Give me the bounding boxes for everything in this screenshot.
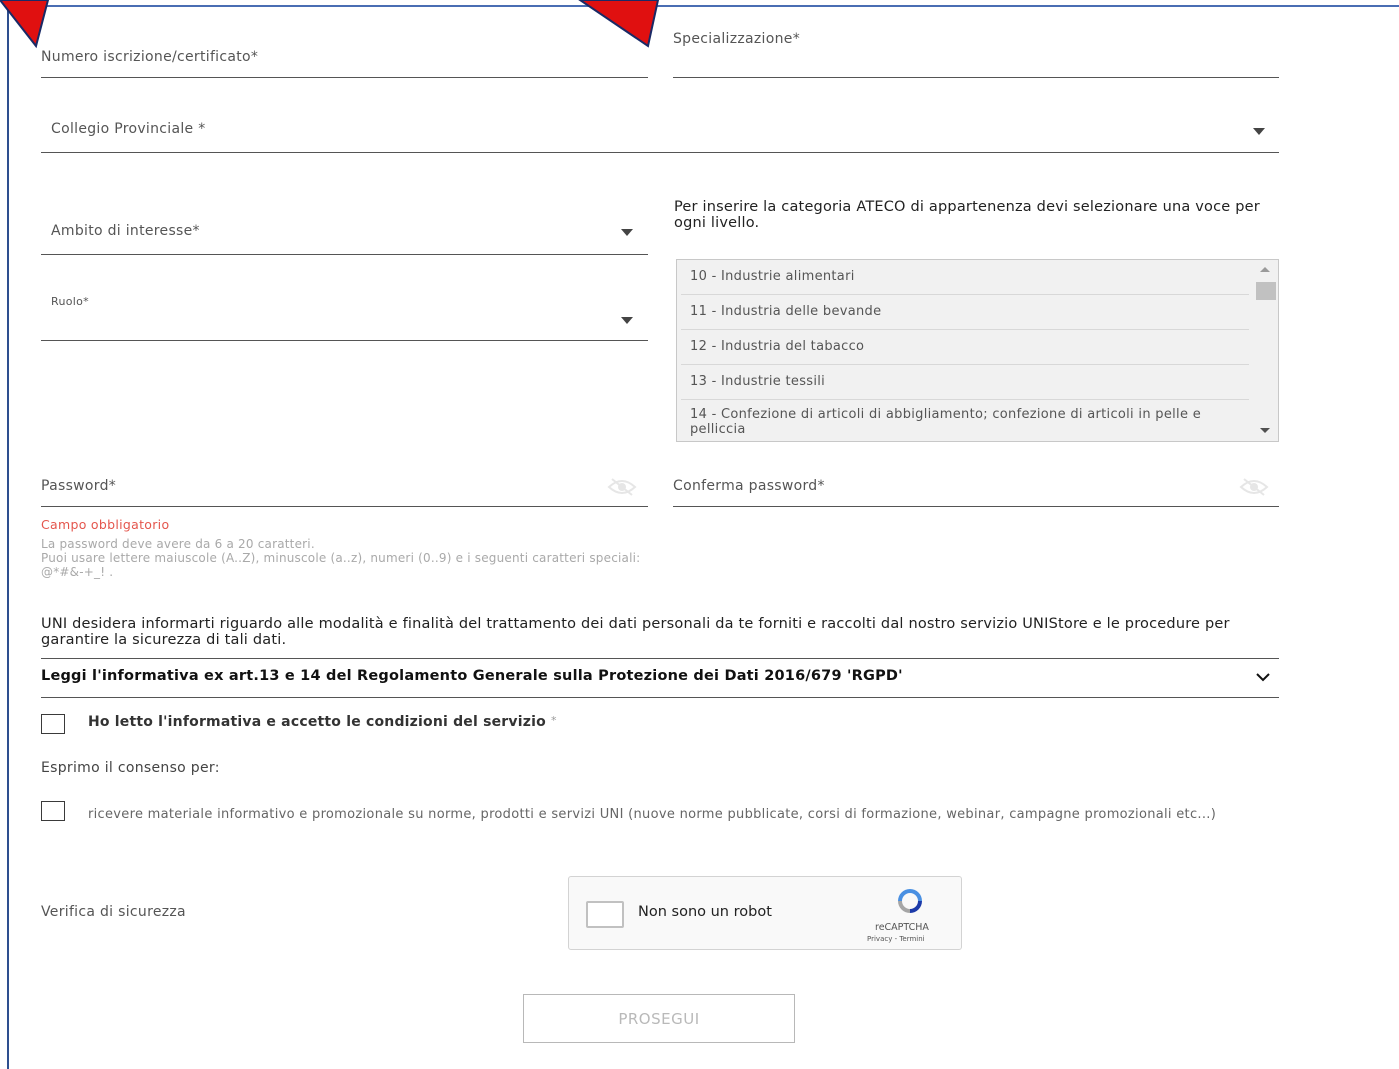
frame-left-border	[7, 0, 9, 1069]
scroll-down-icon[interactable]	[1260, 428, 1270, 433]
numero-iscrizione-field[interactable]: Numero iscrizione/certificato*	[41, 40, 648, 78]
accept-terms-text: Ho letto l'informativa e accetto le cond…	[88, 714, 546, 730]
confirm-password-field[interactable]: Conferma password*	[673, 470, 1279, 507]
recaptcha-links[interactable]: Privacy - Termini	[867, 935, 925, 943]
recaptcha-widget: Non sono un robot reCAPTCHA Privacy - Te…	[568, 876, 962, 950]
password-hint-line: La password deve avere da 6 a 20 caratte…	[41, 537, 315, 551]
ateco-listbox[interactable]: 10 - Industrie alimentari 11 - Industria…	[676, 259, 1279, 442]
caret-down-icon	[621, 317, 633, 324]
ruolo-select[interactable]: Ruolo*	[41, 290, 648, 341]
privacy-text: UNI desidera informarti riguardo alle mo…	[41, 616, 1230, 648]
confirm-password-label: Conferma password*	[673, 478, 825, 494]
ambito-interesse-label: Ambito di interesse*	[51, 223, 200, 239]
caret-down-icon	[1253, 128, 1265, 135]
password-hint-line: Puoi usare lettere maiuscole (A..Z), min…	[41, 551, 641, 579]
consent-title: Esprimo il consenso per:	[41, 760, 220, 776]
recaptcha-logo-icon	[898, 889, 922, 913]
password-error: Campo obbligatorio	[41, 517, 170, 532]
password-field[interactable]: Password*	[41, 470, 648, 507]
list-item[interactable]: 14 - Confezione di articoli di abbigliam…	[681, 400, 1249, 441]
divider	[41, 658, 1279, 659]
ateco-hint: Per inserire la categoria ATECO di appar…	[674, 199, 1260, 231]
accept-terms-label: Ho letto l'informativa e accetto le cond…	[88, 714, 557, 730]
recaptcha-text: Non sono un robot	[638, 904, 772, 920]
frame-top-border	[9, 5, 1399, 7]
eye-slash-icon[interactable]	[1239, 478, 1269, 496]
numero-iscrizione-label: Numero iscrizione/certificato*	[41, 49, 259, 65]
security-verify-label: Verifica di sicurezza	[41, 904, 186, 920]
chevron-down-icon[interactable]	[1256, 672, 1270, 682]
list-item[interactable]: 10 - Industrie alimentari	[681, 260, 1249, 295]
list-item[interactable]: 13 - Industrie tessili	[681, 365, 1249, 400]
list-item[interactable]: 12 - Industria del tabacco	[681, 330, 1249, 365]
caret-down-icon	[621, 229, 633, 236]
required-mark: *	[550, 714, 557, 727]
divider	[41, 697, 1279, 698]
prosegui-button[interactable]: PROSEGUI	[523, 994, 795, 1043]
ambito-interesse-select[interactable]: Ambito di interesse*	[41, 214, 648, 255]
ateco-scrollbar[interactable]	[1252, 260, 1278, 441]
recaptcha-checkbox[interactable]	[586, 901, 624, 928]
recaptcha-brand: reCAPTCHA	[875, 922, 929, 933]
scrollbar-thumb[interactable]	[1256, 282, 1276, 300]
eye-slash-icon[interactable]	[607, 478, 637, 496]
password-label: Password*	[41, 478, 117, 494]
promo-consent-checkbox[interactable]	[41, 801, 65, 821]
accept-terms-checkbox[interactable]	[41, 714, 65, 734]
promo-consent-label: ricevere materiale informativo e promozi…	[88, 807, 1217, 822]
ruolo-label: Ruolo*	[51, 295, 89, 308]
collegio-provinciale-label: Collegio Provinciale *	[51, 121, 206, 137]
collegio-provinciale-select[interactable]: Collegio Provinciale *	[41, 112, 1279, 153]
password-hint: La password deve avere da 6 a 20 caratte…	[41, 537, 641, 579]
scroll-up-icon[interactable]	[1260, 267, 1270, 272]
privacy-accordion-title[interactable]: Leggi l'informativa ex art.13 e 14 del R…	[41, 668, 903, 684]
specializzazione-field[interactable]: Specializzazione*	[673, 30, 1279, 78]
list-item[interactable]: 11 - Industria delle bevande	[681, 295, 1249, 330]
specializzazione-label: Specializzazione*	[673, 31, 800, 47]
